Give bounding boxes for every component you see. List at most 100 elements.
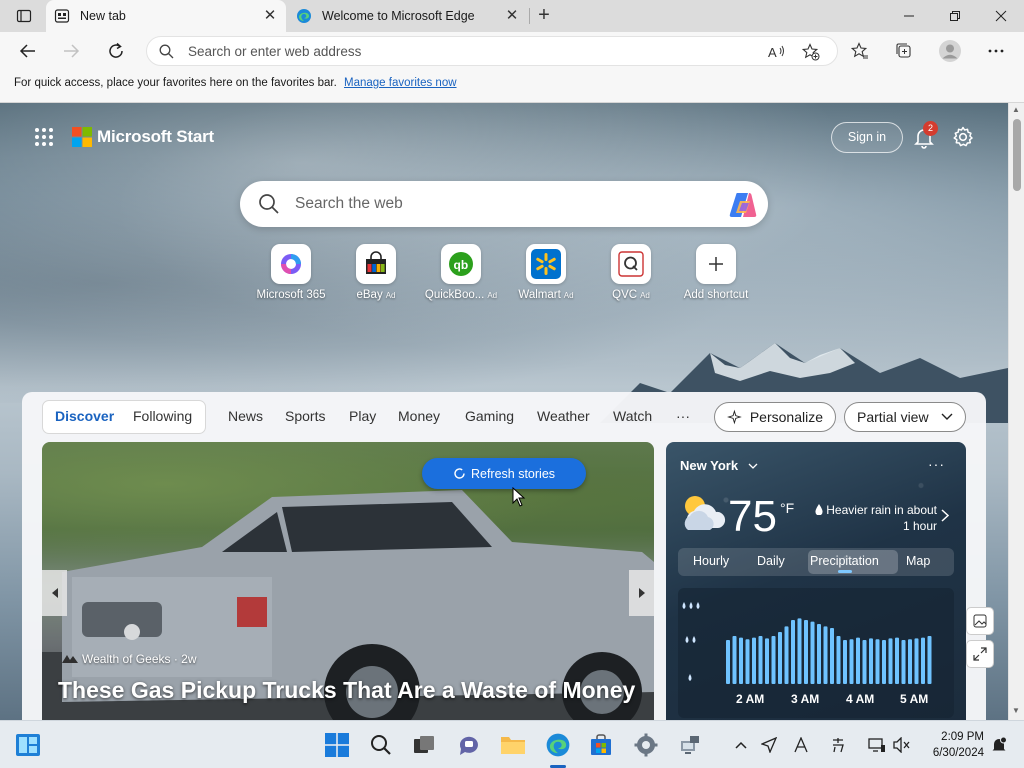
search-icon xyxy=(371,735,391,755)
category-watch[interactable]: Watch xyxy=(613,408,652,424)
apps-grid-icon[interactable] xyxy=(34,127,54,147)
add-favorite-button[interactable] xyxy=(799,40,823,64)
location-tray-button[interactable] xyxy=(758,734,780,756)
add-shortcut-button[interactable]: Add shortcut xyxy=(671,244,761,301)
category-play[interactable]: Play xyxy=(349,408,376,424)
start-button[interactable] xyxy=(323,731,351,759)
hero-next-button[interactable] xyxy=(629,570,654,616)
favorites-bar: For quick access, place your favorites h… xyxy=(0,70,1024,103)
input-language-button[interactable] xyxy=(790,734,812,756)
expand-view-button[interactable] xyxy=(966,640,994,668)
weather-tab-map[interactable]: Map xyxy=(906,554,930,568)
shortcut-walmart[interactable]: Walmart Ad xyxy=(501,244,591,301)
category-gaming[interactable]: Gaming xyxy=(465,408,514,424)
chat-button[interactable] xyxy=(455,731,483,759)
refresh-stories-button[interactable]: Refresh stories xyxy=(422,458,586,489)
page-scrollbar[interactable]: ▲ ▼ xyxy=(1008,103,1024,720)
shortcut-microsoft-365[interactable]: Microsoft 365 xyxy=(246,244,336,301)
taskbar-clock[interactable]: 2:09 PM 6/30/2024 xyxy=(918,729,984,761)
brand-title[interactable]: Microsoft Start xyxy=(97,127,214,147)
web-search-box[interactable]: Search the web xyxy=(240,181,768,227)
gear-icon[interactable] xyxy=(951,125,975,149)
shortcut-label: Add shortcut xyxy=(683,289,749,301)
volume-tray-button[interactable] xyxy=(891,734,913,756)
weather-more-button[interactable]: ··· xyxy=(928,456,945,472)
svg-text:A: A xyxy=(768,45,777,60)
weather-details-button[interactable] xyxy=(941,509,950,525)
sparkle-icon xyxy=(727,409,742,425)
precipitation-bar xyxy=(888,638,893,684)
shortcut-qvc[interactable]: QVC Ad xyxy=(586,244,676,301)
personalize-button[interactable]: Personalize xyxy=(714,402,836,432)
clock-time: 2:09 PM xyxy=(941,731,984,743)
weather-tab-hourly[interactable]: Hourly xyxy=(693,554,729,568)
refresh-button[interactable] xyxy=(102,37,130,65)
minimize-button[interactable] xyxy=(886,0,932,32)
scroll-down-arrow-icon[interactable]: ▼ xyxy=(1012,706,1020,715)
network-tray-button[interactable] xyxy=(866,734,888,756)
close-tab-icon[interactable]: ✕ xyxy=(504,8,520,24)
category-money[interactable]: Money xyxy=(398,408,440,424)
manage-favorites-link[interactable]: Manage favorites now xyxy=(344,77,457,89)
more-categories-button[interactable]: ··· xyxy=(676,408,690,424)
ime-tray-button[interactable] xyxy=(827,734,849,756)
hero-headline[interactable]: These Gas Pickup Trucks That Are a Waste… xyxy=(58,677,635,704)
tab-welcome-edge[interactable]: Welcome to Microsoft Edge ✕ xyxy=(288,0,528,32)
read-aloud-button[interactable]: A xyxy=(765,40,789,64)
pivot-discover[interactable]: Discover xyxy=(55,408,114,424)
show-hidden-icons-button[interactable] xyxy=(730,734,752,756)
shortcut-ebay[interactable]: eBay Ad xyxy=(331,244,421,301)
settings-taskbar-button[interactable] xyxy=(632,731,660,759)
forward-button[interactable] xyxy=(57,37,85,65)
favorites-button[interactable] xyxy=(846,37,874,65)
shortcut-quickbooks[interactable]: qb QuickBoo... Ad xyxy=(416,244,506,301)
edge-taskbar-button[interactable] xyxy=(544,731,572,759)
notification-center-button[interactable] xyxy=(988,734,1010,756)
address-bar[interactable]: Search or enter web address A xyxy=(146,36,838,66)
view-mode-dropdown[interactable]: Partial view xyxy=(844,402,966,432)
microsoft-store-button[interactable] xyxy=(587,731,615,759)
weather-unit[interactable]: °F xyxy=(780,500,794,516)
category-weather[interactable]: Weather xyxy=(537,408,590,424)
restore-button[interactable] xyxy=(932,0,978,32)
category-news[interactable]: News xyxy=(228,408,263,424)
windows-logo-icon xyxy=(325,733,349,757)
category-sports[interactable]: Sports xyxy=(285,408,325,424)
notification-bell-icon xyxy=(992,736,1007,751)
sign-in-button[interactable]: Sign in xyxy=(831,122,903,153)
new-tab-button[interactable]: + xyxy=(532,4,556,28)
chart-hour-label: 3 AM xyxy=(791,692,820,706)
mouse-cursor xyxy=(512,487,526,507)
weather-tab-precipitation[interactable]: Precipitation xyxy=(810,554,879,568)
task-view-button[interactable] xyxy=(410,731,438,759)
profile-button[interactable] xyxy=(936,37,964,65)
weather-location-dropdown[interactable]: New York xyxy=(680,458,758,473)
weather-card[interactable]: New York ··· 75 °F Heavier rain in about… xyxy=(666,442,966,720)
hero-previous-button[interactable] xyxy=(42,570,67,616)
network-app-button[interactable] xyxy=(676,731,704,759)
close-tab-icon[interactable]: ✕ xyxy=(262,8,278,24)
tab-new-tab[interactable]: New tab ✕ xyxy=(46,0,286,32)
windows-taskbar: 2:09 PM 6/30/2024 xyxy=(0,720,1024,768)
hero-story-source[interactable]: Wealth of Geeks · 2w xyxy=(62,652,197,666)
collections-button[interactable] xyxy=(890,37,918,65)
precipitation-bar xyxy=(745,639,750,684)
back-button[interactable] xyxy=(14,37,42,65)
pivot-following[interactable]: Following xyxy=(133,408,192,424)
copilot-icon[interactable] xyxy=(728,191,758,219)
precipitation-bar xyxy=(882,640,886,684)
file-explorer-button[interactable] xyxy=(499,731,527,759)
background-image-button[interactable] xyxy=(966,607,994,635)
tab-actions-button[interactable] xyxy=(8,5,40,27)
hero-story-card[interactable]: Refresh stories Wealth of Geeks · 2w The… xyxy=(42,442,654,720)
search-button[interactable] xyxy=(367,731,395,759)
widgets-button[interactable] xyxy=(14,731,42,759)
plus-icon xyxy=(709,257,723,271)
scrollbar-thumb[interactable] xyxy=(1013,119,1021,191)
task-view-icon xyxy=(414,736,434,753)
favorites-icon xyxy=(851,42,868,59)
close-window-button[interactable] xyxy=(978,0,1024,32)
scroll-up-arrow-icon[interactable]: ▲ xyxy=(1012,105,1020,114)
settings-menu-button[interactable] xyxy=(982,37,1010,65)
weather-tab-daily[interactable]: Daily xyxy=(757,554,785,568)
